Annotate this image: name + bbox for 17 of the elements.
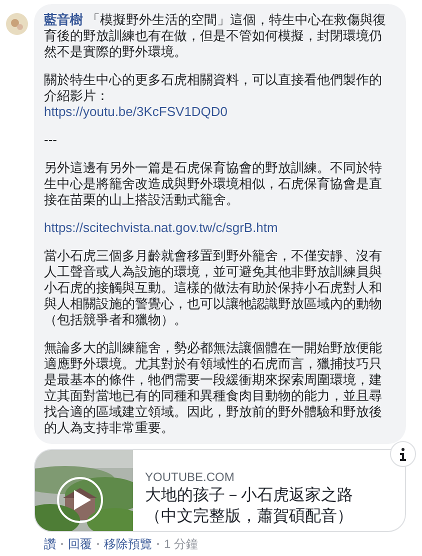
author-name[interactable]: 藍音樹 <box>44 12 83 27</box>
comment-text: 另外這邊有另外一篇是石虎保育協會的野放訓練。不同於特生中心是將籠舍改造成與野外環境相似，石虎保育協會是直接在苗栗的山上搭設活動式籠舍。 <box>44 160 383 208</box>
comment-text: 關於特生中心的更多石虎相關資料，可以直接看他們製作的介紹影片： <box>44 72 383 104</box>
site-domain: YOUTUBE.COM <box>145 469 236 485</box>
info-icon <box>400 448 406 460</box>
link-preview-card[interactable]: YOUTUBE.COM 大地的孩子－小石虎返家之路（中文完整版，蕭賀碩配音） <box>34 449 406 532</box>
url-link[interactable]: https://youtu.be/3KcFSV1DQD0 <box>44 104 228 120</box>
comment-text: --- <box>44 132 58 148</box>
comment-text: 當小石虎三個多月齡就會移置到野外籠舍，不僅安靜、沒有人工聲音或人為設施的環境，並可避免其他非野放訓練員與小石虎的接觸與互動。這樣的做法有助於保持小石虎對人和與人相關設施的警覺心，也可以讓牠認識野放區域內的動物（包括競爭者和獵物）。 <box>44 248 383 328</box>
comment-text: 藍音樹 「模擬野外生活的空間」這個，特生中心在救傷與復育後的野放訓練也有在做，但是不管如何模擬，封閉環境仍然不是實際的野外環境。 <box>44 12 386 60</box>
url-link[interactable]: https://scitechvista.nat.gov.tw/c/sgrB.htm <box>44 220 278 236</box>
action-link[interactable]: 移除預覽 <box>104 536 152 552</box>
comment-text: 無論多大的訓練籠舍，勢必都無法讓個體在一開始野放便能適應野外環境。尤其對於有領域性的石虎而言，獵捕技巧只是最基本的條件，牠們需要一段緩衝期來探索周圍環境，建立其面對當地已有的同種和異種食肉目動物的能力，並且尋找合適的區域建立領域。因此，野放前的野外體驗和野放後的人為支持非常重要。 <box>44 340 383 436</box>
action-link[interactable]: 回覆 <box>68 536 92 552</box>
action-link[interactable]: 讚 <box>44 536 56 552</box>
video-title[interactable]: 大地的孩子－小石虎返家之路（中文完整版，蕭賀碩配音） <box>145 485 365 527</box>
info-button[interactable] <box>390 441 416 467</box>
